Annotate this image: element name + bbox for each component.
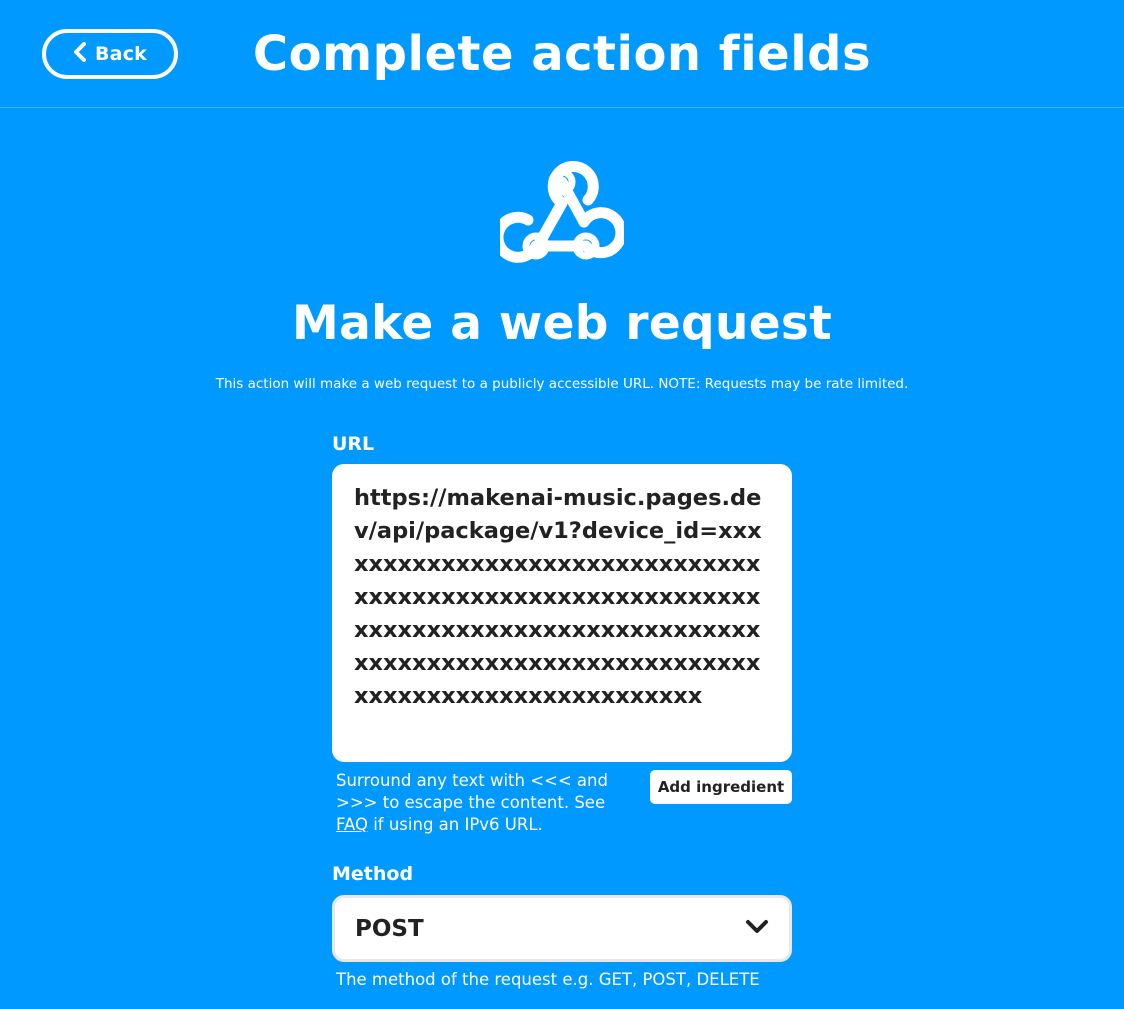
url-input[interactable]: https://makenai-music.pages.dev/api/pack…	[332, 464, 792, 762]
url-hint: Surround any text with <<< and >>> to es…	[336, 770, 626, 836]
faq-link[interactable]: FAQ	[336, 815, 368, 834]
page: Back Complete action fields Make a web r…	[0, 0, 1124, 1009]
url-label: URL	[332, 433, 375, 455]
page-title: Complete action fields	[252, 26, 872, 82]
method-select[interactable]: POST	[332, 895, 792, 962]
webhook-icon	[492, 158, 627, 274]
service-description: This action will make a web request to a…	[215, 376, 909, 392]
header: Back Complete action fields	[0, 0, 1124, 108]
url-hint-text-end: if using an IPv6 URL.	[367, 815, 543, 834]
chevron-down-icon	[745, 919, 769, 939]
method-hint: The method of the request e.g. GET, POST…	[336, 970, 760, 989]
method-label: Method	[332, 863, 414, 885]
url-hint-text: Surround any text with <<< and >>> to es…	[336, 771, 608, 812]
add-ingredient-button[interactable]: Add ingredient	[650, 770, 792, 804]
service-title: Make a web request	[292, 296, 832, 351]
method-selected-value: POST	[355, 915, 424, 942]
